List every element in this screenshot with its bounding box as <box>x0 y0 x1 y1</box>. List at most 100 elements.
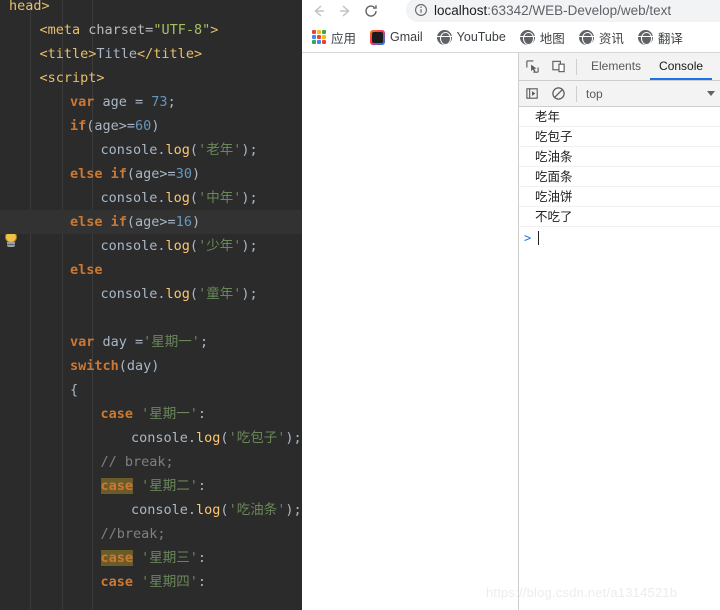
info-circle-icon[interactable] <box>414 3 428 17</box>
code-token: (age>= <box>126 214 176 230</box>
code-token: 60 <box>135 118 152 134</box>
code-line[interactable]: else if(age>=30) <box>0 162 302 186</box>
code-line[interactable]: var day ='星期一'; <box>0 330 302 354</box>
prompt-arrow-icon: > <box>524 231 532 245</box>
code-line[interactable]: head> <box>0 0 302 18</box>
code-line[interactable]: else if(age>=16) <box>0 210 302 234</box>
code-token: day = <box>94 334 144 350</box>
inspect-element-icon[interactable] <box>519 54 545 80</box>
device-toolbar-icon[interactable] <box>545 54 571 80</box>
bookmark-label: 地图 <box>539 31 565 46</box>
code-line[interactable]: if(age>=60) <box>0 114 302 138</box>
code-line[interactable]: console.log('童年'); <box>0 282 302 306</box>
code-line[interactable]: <title>Title</title> <box>0 42 302 66</box>
code-token: case <box>100 550 134 566</box>
code-token: 30 <box>175 166 192 182</box>
code-line[interactable]: case '星期二': <box>0 474 302 498</box>
clear-console-icon[interactable] <box>545 81 571 107</box>
code-line[interactable]: console.log('中年'); <box>0 186 302 210</box>
code-token: var <box>70 94 95 110</box>
code-line[interactable]: console.log('老年'); <box>0 138 302 162</box>
bookmark-label: YouTube <box>456 30 506 44</box>
reload-button[interactable] <box>358 0 384 22</box>
bookmark-label: 翻译 <box>657 31 683 46</box>
code-line[interactable]: <script> <box>0 66 302 90</box>
ide-code-panel[interactable]: head> <meta charset="UTF-8"> <title>Title<… <box>0 0 302 610</box>
code-token: (age>= <box>126 166 176 182</box>
code-token: ( <box>189 142 199 158</box>
code-token: <title> <box>39 46 97 62</box>
code-line[interactable]: case '星期一': <box>0 402 302 426</box>
console-message: 老年 <box>519 107 720 127</box>
code-token: log <box>196 502 221 518</box>
globe-icon <box>436 29 452 45</box>
code-token: console. <box>100 238 166 254</box>
screenshot-root: head> <meta charset="UTF-8"> <title>Title<… <box>0 0 720 610</box>
code-lines[interactable]: head> <meta charset="UTF-8"> <title>Title<… <box>0 0 302 610</box>
code-token: 16 <box>175 214 192 230</box>
code-line[interactable]: console.log('少年'); <box>0 234 302 258</box>
code-token: console. <box>131 502 197 518</box>
back-button[interactable] <box>306 0 332 22</box>
code-line[interactable]: //break; <box>0 522 302 546</box>
code-token: 73 <box>151 94 168 110</box>
step-into-icon[interactable] <box>519 81 545 107</box>
code-line[interactable]: var age = 73; <box>0 90 302 114</box>
code-token: ) <box>151 118 160 134</box>
code-token: ); <box>285 430 302 446</box>
bookmark-label: Gmail <box>390 30 423 44</box>
forward-button[interactable] <box>332 0 358 22</box>
code-line[interactable]: <meta charset="UTF-8"> <box>0 18 302 42</box>
code-token: (age>= <box>86 118 136 134</box>
code-token: ) <box>191 214 201 230</box>
code-token: : <box>197 406 207 422</box>
chevron-down-icon[interactable] <box>707 91 715 96</box>
bookmarks-bar[interactable]: 应用 Gmail YouTube 地图 资讯 翻译 <box>302 22 720 52</box>
code-token: ; <box>199 334 209 350</box>
bookmark-应用[interactable]: 应用 <box>312 28 356 47</box>
code-line[interactable]: case '星期四': <box>0 570 302 594</box>
jetbrains-icon <box>370 29 386 45</box>
code-line[interactable]: case '星期三': <box>0 546 302 570</box>
code-line[interactable]: console.log('吃包子'); <box>0 426 302 450</box>
code-line[interactable] <box>0 306 302 330</box>
code-token: // break; <box>100 454 174 470</box>
console-message: 不吃了 <box>519 207 720 227</box>
bookmark-Gmail[interactable]: Gmail <box>370 29 423 45</box>
url-path: :63342/WEB-Develop/web/text <box>487 2 672 18</box>
code-token: else <box>70 262 103 278</box>
code-token: case <box>100 574 134 590</box>
bookmark-资讯[interactable]: 资讯 <box>578 28 624 47</box>
bookmark-翻译[interactable]: 翻译 <box>637 28 683 47</box>
devtools-panel[interactable]: Elements Console top 老年 吃包子 吃油条 吃面条 吃油饼 … <box>518 53 720 610</box>
code-line[interactable]: { <box>0 378 302 402</box>
bookmark-label: 资讯 <box>598 31 624 46</box>
tab-elements[interactable]: Elements <box>582 53 650 80</box>
bookmark-YouTube[interactable]: YouTube <box>436 29 506 45</box>
globe-icon <box>519 29 535 45</box>
url-text: localhost:63342/WEB-Develop/web/text <box>434 3 671 18</box>
code-token: if <box>70 118 87 134</box>
code-token: case <box>100 478 134 494</box>
code-line[interactable]: console.log('吃油条'); <box>0 498 302 522</box>
code-token: ); <box>241 190 258 206</box>
tab-console[interactable]: Console <box>650 53 712 80</box>
devtools-tabbar: Elements Console <box>519 53 720 81</box>
code-token: '吃油条' <box>228 502 286 518</box>
code-token: ; <box>167 94 176 110</box>
address-bar[interactable]: localhost:63342/WEB-Develop/web/text <box>406 0 720 22</box>
navigation-buttons <box>306 0 384 22</box>
execution-context-selector[interactable]: top <box>586 87 603 101</box>
code-token: '童年' <box>198 286 242 302</box>
bookmark-label: 应用 <box>331 31 357 46</box>
code-token: ( <box>189 286 199 302</box>
code-token: ( <box>189 238 199 254</box>
code-line[interactable]: else <box>0 258 302 282</box>
code-token: ( <box>220 430 229 446</box>
code-line[interactable]: // break; <box>0 450 302 474</box>
bookmark-地图[interactable]: 地图 <box>519 28 565 47</box>
console-output[interactable]: 老年 吃包子 吃油条 吃面条 吃油饼 不吃了 > <box>519 107 720 610</box>
code-line[interactable]: switch(day) <box>0 354 302 378</box>
code-token: console. <box>100 286 166 302</box>
console-prompt[interactable]: > <box>519 227 720 249</box>
